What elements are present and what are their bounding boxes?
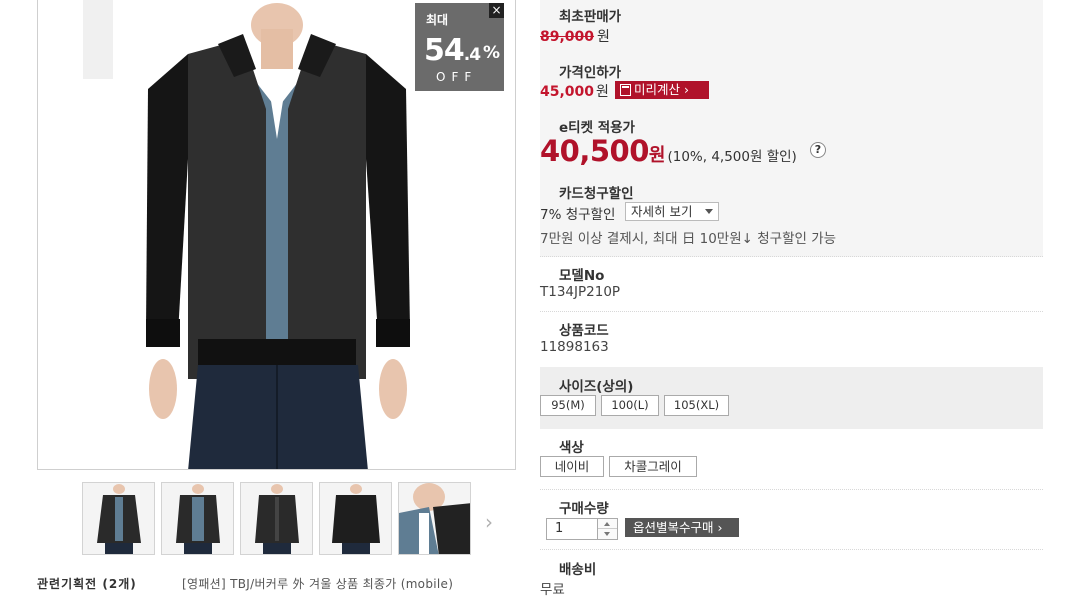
card-discount-note: 7만원 이상 결제시, 최대 日 10만원↓ 청구할인 가능 [540,231,837,247]
color-option-navy[interactable]: 네이비 [540,456,604,477]
eticket-price-label: e티켓 적용가 [559,120,635,136]
thumbnail-4[interactable] [319,482,392,555]
badge-percent-value: 54.4 [424,33,481,68]
thumbnail-3[interactable] [240,482,313,555]
divider [540,489,1043,490]
pre-calculate-label: 미리계산 › [634,82,689,97]
calculator-icon [620,84,631,96]
reduced-price: 45,000 원 [540,81,609,101]
pre-calculate-button[interactable]: 미리계산 › [615,81,709,99]
increment-icon[interactable] [598,519,617,529]
currency-unit: 원 [596,84,609,100]
thumbnail-image [162,483,233,554]
related-link[interactable]: [영패션] TBJ/버커루 外 겨울 상품 최종가 (mobile) [182,575,453,592]
chevron-down-icon [705,209,713,214]
help-icon[interactable]: ? [810,142,826,158]
currency-unit: 원 [648,145,666,166]
card-discount-value: 7% 청구할인 [540,207,616,223]
eticket-price-value: 40,500 [540,134,649,168]
detail-view-dropdown[interactable]: 자세히 보기 [625,202,719,221]
color-option-charcoal[interactable]: 차콜그레이 [609,456,697,477]
product-code-value: 11898163 [540,339,609,355]
close-icon[interactable]: × [489,3,504,18]
quantity-label: 구매수량 [559,501,609,517]
badge-decimal: .4 [463,45,481,65]
size-option-100[interactable]: 100(L) [601,395,659,416]
divider [540,549,1043,550]
model-value: T134JP210P [540,284,621,300]
thumbnail-5[interactable] [398,482,471,555]
detail-view-label: 자세히 보기 [631,204,693,219]
divider [540,311,1043,312]
thumbnail-2[interactable] [161,482,234,555]
shipping-label: 배송비 [559,562,597,578]
currency-unit: 원 [597,29,610,45]
related-title: 관련기획전 (2개) [37,577,137,591]
card-discount-label: 카드청구할인 [559,186,634,202]
product-code-label: 상품코드 [559,323,609,339]
quantity-input[interactable]: 1 [546,518,598,540]
eticket-discount-note: (10%, 4,500원 할인) [667,149,797,165]
model-label: 모델No [559,268,605,284]
original-price: 89,000 원 [540,26,610,46]
thumbnail-image [399,483,470,554]
original-price-label: 최초판매가 [559,9,622,25]
related-exhibitions: 관련기획전 (2개) [영패션] TBJ/버커루 外 겨울 상품 최종가 (mo… [37,575,453,592]
chevron-right-icon[interactable]: › [485,510,493,534]
badge-integer: 54 [424,33,465,68]
color-label: 색상 [559,440,584,456]
eticket-price: 40,500원 (10%, 4,500원 할인) [540,134,797,168]
thumbnail-image [83,483,154,554]
multi-buy-button[interactable]: 옵션별복수구매 › [625,518,739,537]
thumbnail-image [241,483,312,554]
thumbnail-1[interactable] [82,482,155,555]
thumbnail-image [320,483,391,554]
size-option-105[interactable]: 105(XL) [664,395,729,416]
quantity-stepper [598,518,618,540]
shipping-value: 무료 [540,582,565,598]
size-label: 사이즈(상의) [559,379,634,395]
reduced-price-value: 45,000 [540,84,595,100]
size-option-95[interactable]: 95(M) [540,395,596,416]
original-price-value: 89,000 [540,29,595,45]
badge-off-label: OFF [436,70,478,84]
decrement-icon[interactable] [598,529,617,539]
reduced-price-label: 가격인하가 [559,65,622,81]
badge-percent-sign: % [483,43,501,63]
badge-label: 최대 [426,13,449,27]
